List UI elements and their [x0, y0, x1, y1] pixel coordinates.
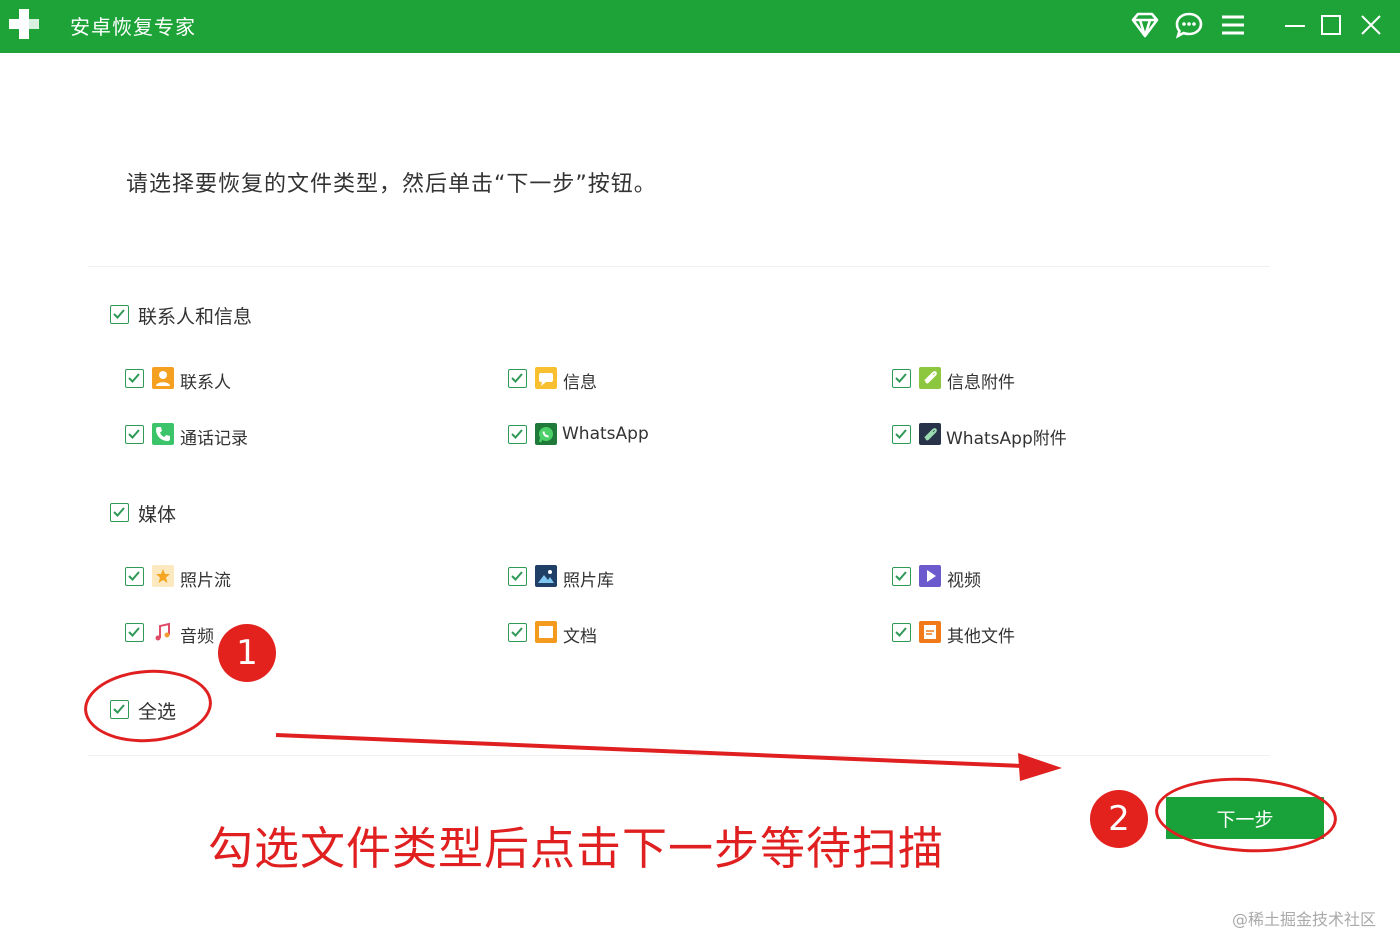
whatsapp-icon [535, 423, 557, 445]
music-note-icon [152, 621, 174, 643]
whatsapp-attachments-checkbox[interactable] [892, 425, 911, 444]
title-bar: 安卓恢复专家 [0, 0, 1400, 53]
message-attachments-checkbox[interactable] [892, 369, 911, 388]
minimize-icon[interactable] [1278, 8, 1312, 42]
group-contacts-checkbox[interactable] [110, 305, 129, 324]
whatsapp-attachments-label: WhatsApp附件 [946, 429, 1067, 449]
video-checkbox[interactable] [892, 567, 911, 586]
video-label: 视频 [947, 571, 981, 591]
contacts-icon [152, 367, 174, 389]
group-media-checkbox[interactable] [110, 503, 129, 522]
chat-icon[interactable] [1172, 8, 1206, 42]
message-attachments-label: 信息附件 [947, 373, 1015, 393]
video-play-icon [919, 565, 941, 587]
message-attachment-icon [919, 367, 941, 389]
maximize-icon[interactable] [1314, 8, 1348, 42]
audio-checkbox[interactable] [125, 623, 144, 642]
messages-icon [535, 367, 557, 389]
whatsapp-attachment-icon [919, 423, 941, 445]
messages-checkbox[interactable] [508, 369, 527, 388]
group-media-label: 媒体 [138, 504, 177, 526]
photo-stream-label: 照片流 [180, 571, 231, 591]
messages-label: 信息 [563, 373, 597, 393]
contacts-checkbox[interactable] [125, 369, 144, 388]
other-file-icon [919, 621, 941, 643]
whatsapp-checkbox[interactable] [508, 425, 527, 444]
file-type-panel [88, 266, 1270, 756]
photo-library-checkbox[interactable] [508, 567, 527, 586]
diamond-icon[interactable] [1128, 8, 1162, 42]
document-icon [535, 621, 557, 643]
plus-logo-icon [9, 9, 39, 39]
menu-icon[interactable] [1216, 8, 1250, 42]
documents-label: 文档 [563, 627, 597, 647]
group-contacts-label: 联系人和信息 [138, 306, 253, 328]
annotation-caption: 勾选文件类型后点击下一步等待扫描 [208, 822, 945, 875]
whatsapp-label: WhatsApp [562, 424, 649, 444]
close-icon[interactable] [1354, 8, 1388, 42]
other-files-checkbox[interactable] [892, 623, 911, 642]
contacts-label: 联系人 [180, 373, 231, 393]
call-log-checkbox[interactable] [125, 425, 144, 444]
annotation-arrow [275, 733, 1062, 781]
landscape-icon [535, 565, 557, 587]
phone-icon [152, 423, 174, 445]
app-title: 安卓恢复专家 [70, 15, 196, 39]
call-log-label: 通话记录 [180, 429, 248, 449]
instruction-text: 请选择要恢复的文件类型，然后单击“下一步”按钮。 [126, 172, 657, 197]
step-1-badge: 1 [218, 624, 276, 682]
star-photo-icon [152, 565, 174, 587]
photo-library-label: 照片库 [563, 571, 614, 591]
next-button-highlight-circle [1153, 773, 1339, 857]
documents-checkbox[interactable] [508, 623, 527, 642]
other-files-label: 其他文件 [947, 627, 1015, 647]
audio-label: 音频 [180, 627, 214, 647]
photo-stream-checkbox[interactable] [125, 567, 144, 586]
watermark: @稀土掘金技术社区 [1232, 910, 1377, 929]
step-2-badge: 2 [1090, 790, 1148, 848]
